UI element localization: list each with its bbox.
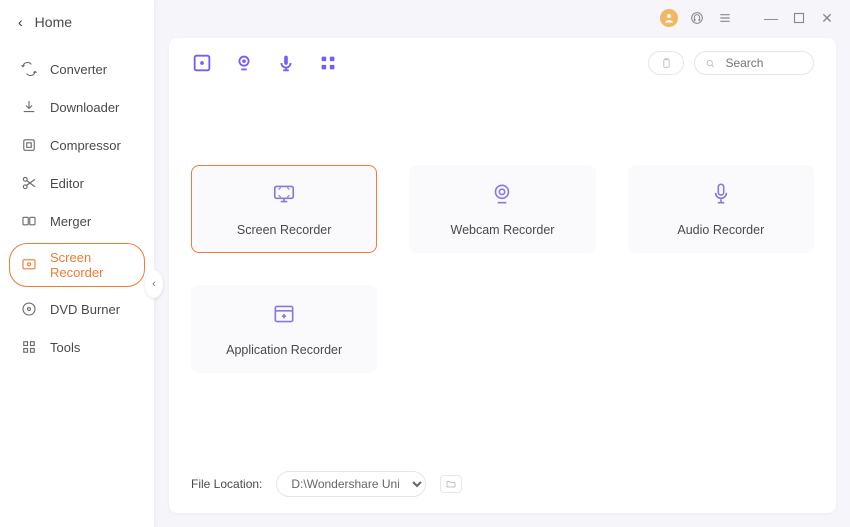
folder-icon bbox=[444, 478, 458, 490]
sidebar-item-label: Converter bbox=[50, 62, 107, 77]
header-right bbox=[648, 51, 814, 75]
compress-icon bbox=[20, 136, 38, 154]
sidebar-item-label: Downloader bbox=[50, 100, 119, 115]
menu-icon[interactable] bbox=[716, 9, 734, 27]
tab-screen-icon[interactable] bbox=[191, 52, 213, 74]
footer: File Location: D:\Wondershare UniConvert… bbox=[191, 451, 814, 497]
sidebar-item-label: Tools bbox=[50, 340, 80, 355]
open-folder-button[interactable] bbox=[440, 475, 462, 493]
file-location-label: File Location: bbox=[191, 477, 262, 491]
sidebar-item-converter[interactable]: Converter bbox=[9, 53, 145, 85]
file-location-select[interactable]: D:\Wondershare UniConverter 1 bbox=[276, 471, 426, 497]
card-label: Screen Recorder bbox=[237, 223, 332, 237]
main-area: ‹ — ✕ bbox=[155, 0, 850, 527]
search-icon bbox=[705, 57, 715, 70]
search-box[interactable] bbox=[694, 51, 814, 75]
sidebar-item-label: Screen Recorder bbox=[50, 250, 134, 280]
mode-tabs bbox=[191, 52, 339, 74]
card-application-recorder[interactable]: Application Recorder bbox=[191, 285, 377, 373]
card-label: Webcam Recorder bbox=[451, 223, 555, 237]
recorder-cards: Screen Recorder Webcam Recorder Audio Re… bbox=[191, 165, 814, 373]
tab-apps-icon[interactable] bbox=[317, 52, 339, 74]
sidebar-item-compressor[interactable]: Compressor bbox=[9, 129, 145, 161]
search-input[interactable] bbox=[723, 55, 803, 71]
sidebar-item-label: DVD Burner bbox=[50, 302, 120, 317]
panel: Screen Recorder Webcam Recorder Audio Re… bbox=[169, 38, 836, 513]
card-screen-recorder[interactable]: Screen Recorder bbox=[191, 165, 377, 253]
card-label: Application Recorder bbox=[226, 343, 342, 357]
disc-icon bbox=[20, 300, 38, 318]
sidebar-item-merger[interactable]: Merger bbox=[9, 205, 145, 237]
sidebar-list: Converter Downloader Compressor Editor M… bbox=[0, 50, 154, 366]
sidebar-item-label: Editor bbox=[50, 176, 84, 191]
sidebar-item-downloader[interactable]: Downloader bbox=[9, 91, 145, 123]
mic-icon bbox=[708, 181, 734, 207]
tab-webcam-icon[interactable] bbox=[233, 52, 255, 74]
sidebar-item-label: Compressor bbox=[50, 138, 121, 153]
grid-icon bbox=[20, 338, 38, 356]
sidebar-item-tools[interactable]: Tools bbox=[9, 331, 145, 363]
close-button[interactable]: ✕ bbox=[818, 9, 836, 27]
minimize-button[interactable]: — bbox=[762, 9, 780, 27]
record-screen-icon bbox=[20, 256, 38, 274]
maximize-button[interactable] bbox=[790, 9, 808, 27]
sidebar: ‹ Home Converter Downloader Compressor E… bbox=[0, 0, 155, 527]
home-row: ‹ Home bbox=[0, 0, 154, 50]
title-bar: — ✕ bbox=[155, 0, 850, 30]
screen-icon bbox=[271, 181, 297, 207]
webcam-icon bbox=[489, 181, 515, 207]
home-label[interactable]: Home bbox=[35, 14, 72, 30]
loop-icon bbox=[20, 60, 38, 78]
back-arrow-icon[interactable]: ‹ bbox=[18, 14, 23, 30]
support-icon[interactable] bbox=[688, 9, 706, 27]
card-audio-recorder[interactable]: Audio Recorder bbox=[628, 165, 814, 253]
user-avatar-icon[interactable] bbox=[660, 9, 678, 27]
card-webcam-recorder[interactable]: Webcam Recorder bbox=[409, 165, 595, 253]
sidebar-collapse-handle[interactable]: ‹ bbox=[145, 270, 163, 298]
tab-audio-icon[interactable] bbox=[275, 52, 297, 74]
card-label: Audio Recorder bbox=[677, 223, 764, 237]
panel-header bbox=[191, 51, 814, 75]
sidebar-item-editor[interactable]: Editor bbox=[9, 167, 145, 199]
sidebar-item-screen-recorder[interactable]: Screen Recorder bbox=[9, 243, 145, 287]
clipboard-button[interactable] bbox=[648, 51, 684, 75]
sidebar-item-label: Merger bbox=[50, 214, 91, 229]
merge-icon bbox=[20, 212, 38, 230]
download-icon bbox=[20, 98, 38, 116]
sidebar-item-dvd-burner[interactable]: DVD Burner bbox=[9, 293, 145, 325]
scissors-icon bbox=[20, 174, 38, 192]
app-window-icon bbox=[271, 301, 297, 327]
